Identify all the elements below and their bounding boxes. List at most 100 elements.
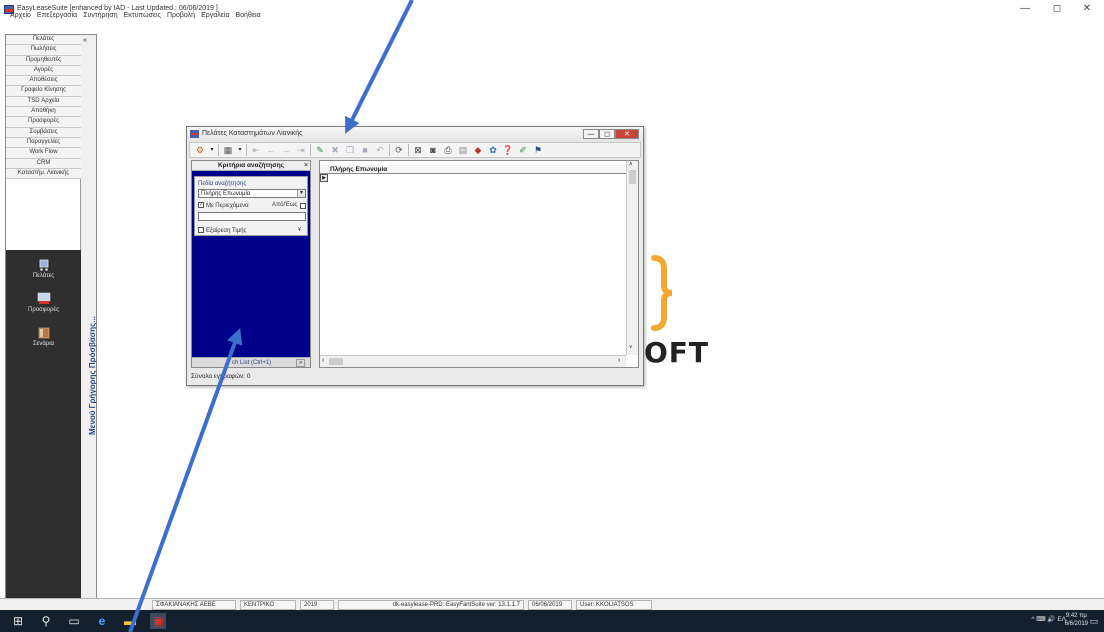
edit-record-icon[interactable]: ✎ [314, 145, 326, 156]
contains-checkbox[interactable]: ✓ [198, 202, 204, 209]
copy-record-icon[interactable]: ❐ [344, 145, 356, 156]
notifications-icon[interactable]: ▭ [1086, 613, 1102, 629]
criteria-close-button[interactable]: × [304, 161, 308, 171]
last-record-icon[interactable]: ⇥ [295, 145, 307, 156]
excel-export-icon[interactable]: ⊠ [412, 145, 424, 156]
status-company: ΣΦΑΚΙΑΝΑΚΗΣ ΑΕΒΕ [152, 600, 236, 610]
scroll-right-icon[interactable]: › [618, 357, 620, 364]
sidebar-collapse-button[interactable]: « [83, 37, 95, 46]
sidebar-item-work-flow[interactable]: Work Flow [6, 148, 81, 159]
grid-view-icon[interactable]: ▦ [222, 145, 234, 156]
menu-help[interactable]: Βοήθεια [236, 12, 261, 24]
settings-icon[interactable]: ✿ [487, 145, 499, 156]
filter-tool-icon[interactable]: ⚙ [194, 145, 206, 156]
edge-browser-icon[interactable]: e [94, 613, 110, 629]
attach-icon[interactable]: ✐ [517, 145, 529, 156]
report-icon[interactable]: ▤ [457, 145, 469, 156]
contains-row: ✓ Με Περιεχόμενα Από/Έως [198, 202, 308, 211]
menu-tools[interactable]: Εργαλεία [201, 12, 229, 24]
close-button[interactable]: ✕ [1076, 2, 1098, 16]
sidebar-item-warehouse[interactable]: Αποθήκη [6, 107, 81, 118]
menu-prints[interactable]: Εκτυπώσεις [124, 12, 161, 24]
print-icon[interactable]: ⎙ [442, 145, 454, 156]
chevron-down-icon[interactable]: ¥ [298, 227, 301, 233]
binoculars-icon[interactable]: ⚑ [532, 145, 544, 156]
logo-text: OFT [644, 336, 710, 369]
maximize-button[interactable]: ◻ [1046, 2, 1068, 16]
undo-icon[interactable]: ↶ [374, 145, 386, 156]
scroll-thumb[interactable] [329, 358, 343, 365]
next-record-icon[interactable]: → [280, 145, 292, 156]
search-list-footer: ch List (Ctrl+1) » [192, 357, 310, 367]
status-date: 06/06/2019 [528, 600, 572, 610]
window-maximize-button[interactable]: ◻ [599, 129, 615, 139]
taskbar: ⊞ ⚲ ▭ e ▬ ▣ ^ ⌨ 🔊 ΕΛ 9:42 πμ 6/6/2019 ▭ [0, 610, 1104, 632]
first-record-icon[interactable]: ⇤ [250, 145, 262, 156]
sidebar-item-crm[interactable]: CRM [6, 158, 81, 169]
search-icon[interactable]: ⚲ [38, 613, 54, 629]
chevron-down-icon[interactable]: ▼ [297, 190, 305, 197]
sidebar-item-tsd-files[interactable]: TSD Αρχεία [6, 96, 81, 108]
minimize-button[interactable]: — [1014, 2, 1036, 16]
refresh-icon[interactable]: ⟳ [393, 145, 405, 156]
shortcut-scenarios[interactable]: Σενάρια [6, 326, 81, 358]
window-minimize-button[interactable]: — [583, 129, 599, 139]
search-list-button[interactable]: ch List (Ctrl+1) [232, 358, 271, 368]
camera-icon[interactable]: ◙ [427, 145, 439, 156]
window-title: Πελάτες Καταστημάτων Λιανικής [202, 130, 303, 137]
color-icon[interactable]: ◆ [472, 145, 484, 156]
window-toolbar: ⚙ ▾ ▦ ▾ ⇤ ← → ⇥ ✎ ✖ ❐ ■ ↶ ⟳ ⊠ ◙ ⎙ ▤ ◆ ✿ … [189, 142, 641, 158]
sidebar-item-customers[interactable]: Πελάτες [6, 35, 81, 46]
window-close-button[interactable]: ✕ [615, 129, 639, 139]
scroll-left-icon[interactable]: ‹ [322, 357, 324, 364]
view-dropdown-icon[interactable]: ▾ [237, 145, 243, 156]
window-title-bar: Πελάτες Καταστημάτων Λιανικής — ◻ ✕ [187, 127, 643, 141]
sidebar-item-traffic-office[interactable]: Γραφείο Κίνησης [6, 86, 81, 97]
expand-button[interactable]: » [296, 359, 306, 367]
previous-record-icon[interactable]: ← [265, 145, 277, 156]
status-bar: ΣΦΑΚΙΑΝΑΚΗΣ ΑΕΒΕ ΚΕΝΤΡΙΚΟ 2019 dk-easyle… [0, 598, 1104, 610]
clock-date: 6/6/2019 [1064, 621, 1088, 627]
scroll-down-icon[interactable]: ˅ [629, 345, 633, 351]
task-view-icon[interactable]: ▭ [66, 613, 82, 629]
exclude-row: Εξαίρεση Τιμής ¥ [198, 227, 308, 236]
horizontal-scrollbar[interactable]: ‹ › [320, 355, 626, 367]
book-icon [38, 327, 49, 339]
delete-record-icon[interactable]: ✖ [329, 145, 341, 156]
scroll-up-icon[interactable]: ˄ [629, 162, 633, 168]
sidebar-item-suppliers[interactable]: Προμηθευτές [6, 55, 81, 66]
clock[interactable]: 9:42 πμ 6/6/2019 [1065, 612, 1088, 628]
sidebar-item-contracts[interactable]: Συμβάσεις [6, 127, 81, 138]
save-record-icon[interactable]: ■ [359, 145, 371, 156]
shortcut-offers[interactable]: Προσφορές [6, 292, 81, 324]
column-header-full-name[interactable]: Πλήρης Επωνυμία [330, 165, 387, 174]
sidebar-item-deposits[interactable]: Αποθέσεις [6, 76, 81, 87]
filter-dropdown-icon[interactable]: ▾ [209, 145, 215, 156]
search-field-select[interactable]: Πλήρης Επωνυμία ▼ [198, 189, 306, 198]
windows-start-icon[interactable]: ⊞ [10, 613, 26, 629]
help-icon[interactable]: ❓ [502, 145, 514, 156]
retail-customers-window: Πελάτες Καταστημάτων Λιανικής — ◻ ✕ ⚙ ▾ … [186, 126, 644, 386]
sidebar-item-sales[interactable]: Πωλήσεις [6, 45, 81, 56]
menu-file[interactable]: Αρχείο [10, 12, 31, 24]
range-label: Από/Έως [272, 202, 298, 208]
search-value-input[interactable] [198, 212, 306, 221]
system-tray[interactable]: ^ ⌨ 🔊 ΕΛ [1031, 615, 1066, 623]
sidebar-item-offers[interactable]: Προσφορές [6, 117, 81, 128]
range-checkbox[interactable] [300, 203, 306, 209]
toolbar-separator [389, 144, 390, 156]
file-explorer-icon[interactable]: ▬ [122, 613, 138, 629]
sidebar-item-retail-stores[interactable]: Καταστήμ. Λιανικής [6, 168, 81, 180]
vertical-scrollbar[interactable]: ˄ ˅ [626, 161, 638, 355]
contains-label: Με Περιεχόμενα [205, 203, 249, 209]
menu-edit[interactable]: Επεξεργασία [37, 12, 77, 24]
quick-menu-label[interactable]: Μενού Γρήγορης Πρόσβασης... [86, 285, 100, 435]
sidebar-item-orders[interactable]: Παραγγελίες [6, 137, 81, 149]
menu-view[interactable]: Προβολή [167, 12, 195, 24]
exclude-checkbox[interactable] [198, 227, 204, 234]
sidebar-item-purchases[interactable]: Αγορές [6, 65, 81, 77]
easylease-taskbar-icon[interactable]: ▣ [150, 613, 166, 629]
scroll-thumb[interactable] [629, 170, 636, 184]
menu-maintenance[interactable]: Συντήρηση [83, 12, 117, 24]
shortcut-customers[interactable]: Πελάτες [6, 258, 81, 290]
